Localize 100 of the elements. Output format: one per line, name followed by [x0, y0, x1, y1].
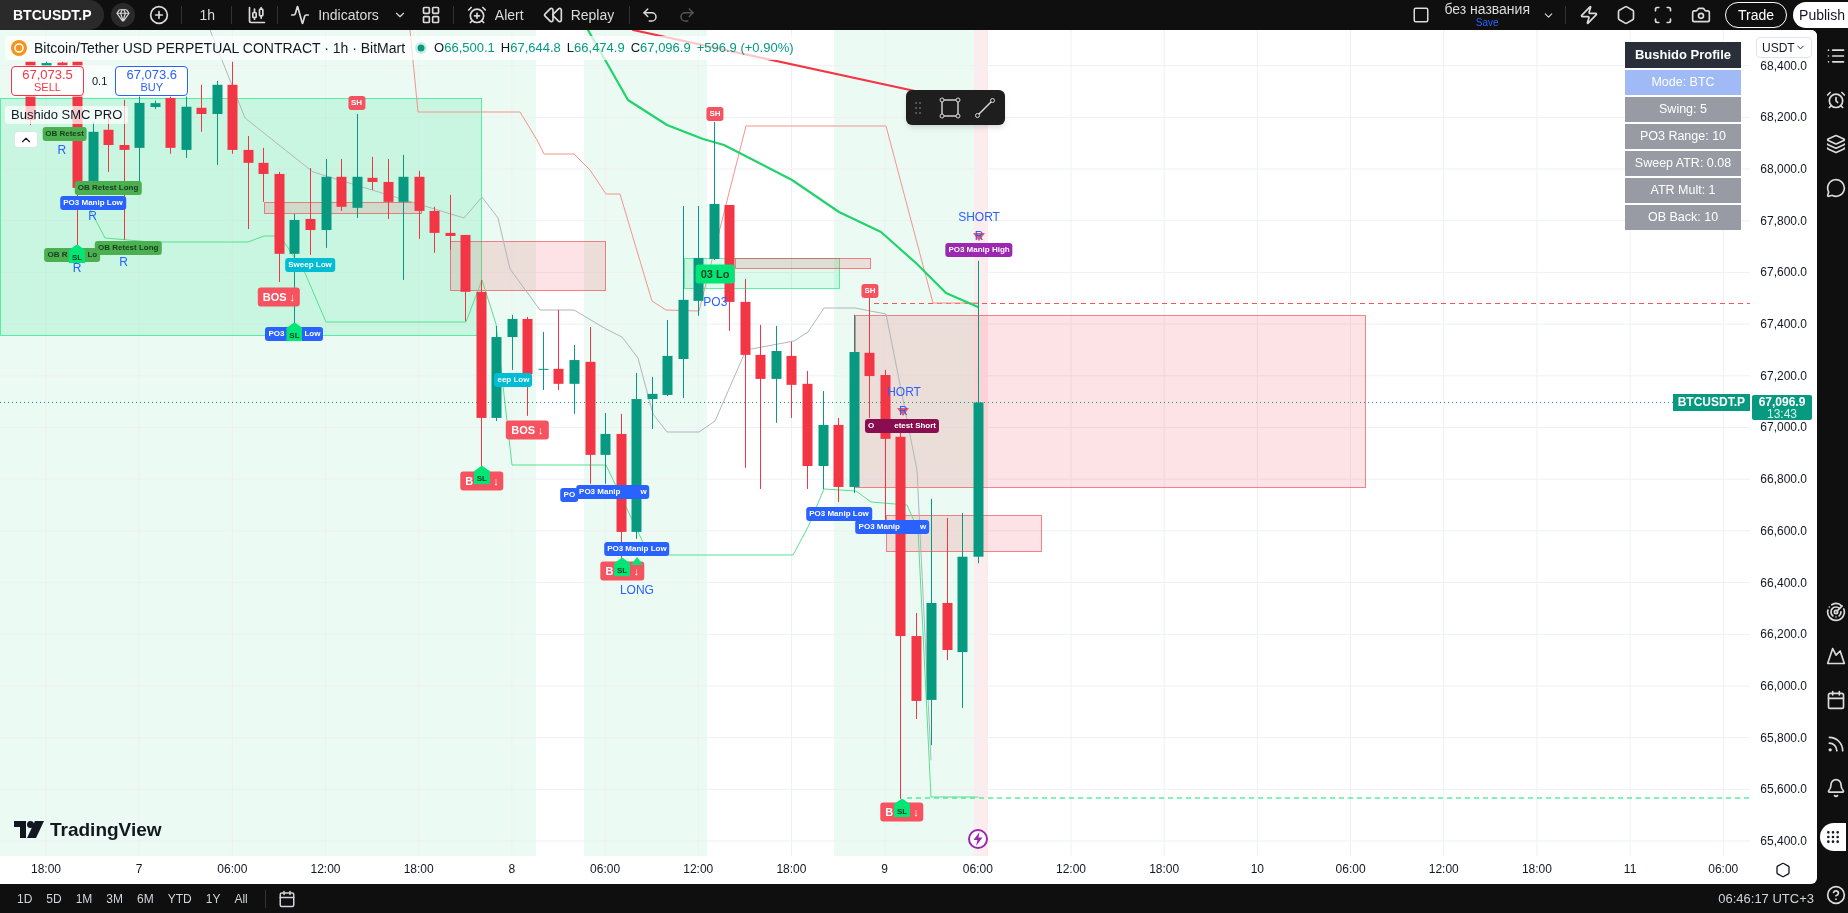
toolbar-button[interactable]: Indicators: [290, 2, 379, 28]
time-range-button[interactable]: YTD: [160, 887, 199, 910]
calendar-icon[interactable]: [277, 889, 296, 908]
time-range-button[interactable]: 5D: [39, 887, 69, 910]
ohlc-value: O66,500.1: [434, 39, 495, 58]
alarm-clock-icon[interactable]: [1826, 90, 1846, 110]
price-axis-label: 68,200.0: [1760, 110, 1807, 125]
candlestick: [150, 100, 161, 110]
candlestick-icon[interactable]: [247, 5, 268, 25]
radar-icon[interactable]: [1826, 602, 1846, 622]
time-range-button[interactable]: 1D: [10, 887, 40, 910]
candlestick: [367, 156, 378, 191]
rewind-icon: [542, 5, 563, 25]
table-header: Bushido Profile: [1625, 42, 1741, 68]
time-axis-label: 12:00: [1428, 862, 1459, 876]
logo-icon: [14, 821, 44, 838]
time-range-button[interactable]: 3M: [99, 887, 131, 910]
time-range-button[interactable]: 1Y: [198, 887, 228, 910]
candlestick: [445, 194, 456, 251]
currency-dropdown[interactable]: USDT: [1756, 37, 1812, 58]
candlestick: [429, 206, 440, 254]
indicator-name[interactable]: Bushido SMC PRO: [5, 106, 129, 124]
signal-text: SHORT: [958, 209, 1000, 224]
interval-button[interactable]: 1h: [191, 2, 224, 28]
redo-icon[interactable]: [678, 6, 697, 24]
time-axis-label: 18:00: [403, 862, 434, 876]
time-axis-label: 9: [881, 862, 888, 876]
spread-value: 0.1: [92, 73, 108, 89]
time-range-button[interactable]: All: [227, 887, 255, 910]
price-axis-label: 66,200.0: [1760, 627, 1807, 642]
list-icon[interactable]: [1826, 46, 1846, 66]
time-axis-label: 18:00: [1149, 862, 1180, 876]
line-tool-icon[interactable]: [974, 96, 996, 119]
drag-handle-icon[interactable]: [915, 101, 921, 114]
candlestick: [507, 314, 518, 371]
price-axis-label: 65,600.0: [1760, 782, 1807, 797]
coin-icon: [11, 40, 27, 56]
signal-label: PO3 Manip Low: [806, 507, 872, 522]
price-change: +596.9 (+0.90%): [696, 39, 794, 58]
layers-icon[interactable]: [1826, 134, 1846, 154]
signal-text: LONG: [619, 583, 654, 598]
candlestick: [196, 84, 207, 133]
chat-icon[interactable]: [1826, 178, 1846, 198]
calendar-icon[interactable]: [1826, 690, 1846, 710]
price-axis-label: 66,000.0: [1760, 678, 1807, 693]
signal-text: PO3: [703, 294, 728, 309]
toolbar-button[interactable]: Alert: [466, 2, 524, 28]
camera-icon[interactable]: [1691, 5, 1711, 25]
bell-icon[interactable]: [1826, 778, 1846, 798]
time-axis-label: 7: [135, 862, 143, 876]
broadcast-icon[interactable]: [1826, 734, 1846, 754]
undo-icon[interactable]: [641, 6, 660, 24]
add-icon[interactable]: [148, 5, 169, 25]
time-range-button[interactable]: 6M: [130, 887, 161, 910]
layout-grid-icon[interactable]: [420, 5, 441, 25]
time-axis-label: 10: [1250, 862, 1265, 876]
signal-label: SH: [861, 284, 879, 299]
logo-text: TradingView: [50, 820, 162, 839]
signal-text: R: [72, 261, 82, 275]
collapse-icon[interactable]: [14, 131, 38, 148]
publish-button[interactable]: Publish: [1793, 2, 1848, 28]
status-dot-icon: [415, 42, 428, 54]
time-axis-label: 06:00: [590, 862, 621, 876]
price-axis-label: 66,400.0: [1760, 575, 1807, 590]
price-axis-label: 67,000.0: [1760, 420, 1807, 435]
signal-label: SH: [706, 107, 724, 121]
table-cell: OB Back: 10: [1625, 205, 1741, 230]
time-axis-label: 12:00: [683, 862, 714, 876]
square-icon[interactable]: [1412, 6, 1431, 24]
layout-name-button[interactable]: без названия: [1444, 2, 1530, 17]
mountain-icon[interactable]: [1826, 646, 1846, 666]
symbol-button[interactable]: BTCUSDT.P: [0, 0, 104, 30]
sell-button[interactable]: 67,073.5 SELL: [11, 66, 84, 96]
candlestick: [414, 170, 425, 240]
time-axis-label: 18:00: [1521, 862, 1552, 876]
price-axis-label: 67,600.0: [1760, 265, 1807, 280]
time-axis-label: 12:00: [310, 862, 341, 876]
help-icon[interactable]: [1826, 885, 1846, 905]
rectangle-tool-icon[interactable]: [939, 96, 961, 119]
candlestick: [383, 158, 394, 220]
save-button[interactable]: Save: [1475, 17, 1499, 28]
candlestick: [336, 158, 347, 212]
countdown-text: 13:43: [1767, 407, 1797, 420]
dots-grid-icon[interactable]: [1820, 823, 1846, 851]
time-axis-label: 18:00: [30, 862, 61, 876]
signal-text: R: [57, 142, 67, 157]
toolbar-button[interactable]: Replay: [542, 2, 615, 28]
candlestick: [181, 95, 192, 159]
buy-button[interactable]: 67,073.6 BUY: [115, 66, 189, 96]
time-axis-label: 12:00: [1055, 862, 1086, 876]
time-axis-label: 11: [1623, 862, 1637, 876]
price-axis-label: 67,800.0: [1760, 213, 1807, 228]
price-axis-label: 66,800.0: [1760, 472, 1807, 487]
price-axis-label: 66,600.0: [1760, 523, 1807, 538]
clock-text[interactable]: 06:46:17 UTC+3: [1718, 888, 1817, 909]
signal-label: 03 Lo: [695, 264, 735, 284]
fullscreen-icon[interactable]: [1653, 5, 1673, 25]
hexagon-icon[interactable]: [1774, 862, 1791, 878]
time-range-button[interactable]: 1M: [68, 887, 100, 910]
time-axis-label: 06:00: [1708, 862, 1739, 876]
